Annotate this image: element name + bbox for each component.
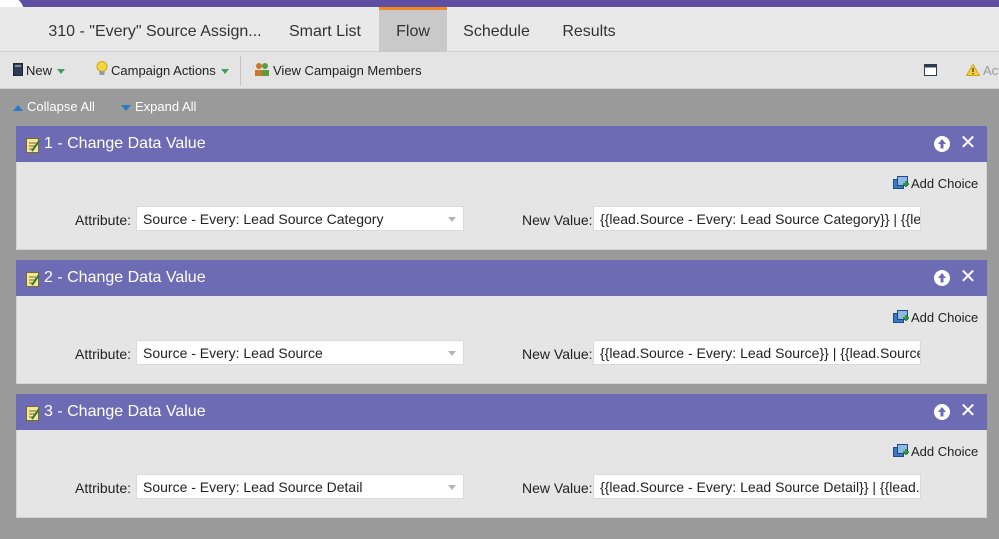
attribute-value: Source - Every: Lead Source	[143, 345, 323, 361]
new-value-input[interactable]: {{lead.Source - Every: Lead Source Detai…	[593, 474, 921, 499]
step-header[interactable]: 1 - Change Data Value ✕	[16, 126, 987, 162]
tab-program-label: 310 - "Every" Source Assign...	[48, 23, 262, 40]
chevron-down-icon	[448, 217, 456, 222]
attribute-select[interactable]: Source - Every: Lead Source Category	[136, 206, 464, 231]
window-toggle-button[interactable]	[924, 52, 940, 89]
add-choice-label: Add Choice	[911, 444, 979, 459]
members-icon	[254, 53, 270, 90]
new-document-icon	[13, 53, 23, 90]
chevron-down-icon	[448, 485, 456, 490]
add-choice-icon	[893, 310, 909, 327]
close-icon[interactable]: ✕	[959, 132, 977, 154]
new-value-text: {{lead.Source - Every: Lead Source Categ…	[600, 211, 921, 227]
flow-step-3: 3 - Change Data Value ✕ Add Choice Attri…	[16, 394, 987, 519]
new-value-text: {{lead.Source - Every: Lead Source Detai…	[600, 479, 921, 495]
tab-results-label: Results	[562, 23, 616, 40]
move-up-icon[interactable]	[934, 270, 950, 286]
flow-step-2: 2 - Change Data Value ✕ Add Choice Attri…	[16, 260, 987, 385]
attribute-label: Attribute:	[75, 480, 132, 496]
step-notepad-icon	[26, 405, 40, 421]
step-title: 1 - Change Data Value	[44, 135, 206, 152]
tab-schedule-label: Schedule	[463, 23, 530, 40]
add-choice-button[interactable]: Add Choice	[893, 444, 978, 461]
attribute-value: Source - Every: Lead Source Detail	[143, 479, 363, 495]
tab-smart-list-label: Smart List	[288, 23, 361, 40]
step-title: 2 - Change Data Value	[44, 269, 206, 286]
new-value-label: New Value:	[522, 212, 593, 228]
add-choice-label: Add Choice	[911, 176, 979, 191]
activate-button[interactable]: Act	[965, 52, 999, 90]
campaign-actions-label: Campaign Actions	[111, 63, 216, 78]
move-up-icon[interactable]	[934, 404, 950, 420]
add-choice-label: Add Choice	[911, 310, 979, 325]
step-notepad-icon	[26, 271, 40, 287]
tab-bar: 310 - "Every" Source Assign... Smart Lis…	[0, 7, 999, 52]
new-value-input[interactable]: {{lead.Source - Every: Lead Source Categ…	[593, 206, 921, 231]
collapse-all-button[interactable]: Collapse All	[13, 99, 95, 114]
tab-flow-label: Flow	[396, 23, 430, 40]
new-value-label: New Value:	[522, 346, 593, 362]
top-brand-stripe	[0, 0, 999, 7]
new-button[interactable]: New	[13, 52, 66, 90]
step-notepad-icon	[26, 137, 40, 153]
close-icon[interactable]: ✕	[959, 266, 977, 288]
attribute-value: Source - Every: Lead Source Category	[143, 211, 384, 227]
add-choice-icon	[893, 176, 909, 193]
attribute-select[interactable]: Source - Every: Lead Source	[136, 340, 464, 365]
step-body: Add Choice Attribute: Source - Every: Le…	[16, 296, 987, 384]
attribute-label: Attribute:	[75, 212, 132, 228]
tab-schedule[interactable]: Schedule	[448, 7, 545, 52]
new-value-label: New Value:	[522, 480, 593, 496]
tab-smart-list[interactable]: Smart List	[272, 7, 378, 52]
step-header[interactable]: 2 - Change Data Value ✕	[16, 260, 987, 296]
campaign-actions-caret-icon	[220, 69, 229, 75]
warning-icon	[965, 53, 981, 90]
step-body: Add Choice Attribute: Source - Every: Le…	[16, 162, 987, 250]
add-choice-icon	[893, 444, 909, 461]
add-choice-button[interactable]: Add Choice	[893, 176, 978, 193]
window-icon	[924, 53, 937, 90]
campaign-actions-button[interactable]: Campaign Actions	[96, 52, 229, 89]
close-icon[interactable]: ✕	[959, 400, 977, 422]
step-body: Add Choice Attribute: Source - Every: Le…	[16, 430, 987, 518]
chevron-down-icon	[448, 351, 456, 356]
step-header[interactable]: 3 - Change Data Value ✕	[16, 394, 987, 430]
step-title: 3 - Change Data Value	[44, 403, 206, 420]
view-campaign-members-button[interactable]: View Campaign Members	[254, 52, 422, 89]
tab-flow[interactable]: Flow	[379, 7, 447, 52]
new-dropdown-caret-icon	[57, 69, 66, 75]
tab-results[interactable]: Results	[548, 7, 630, 52]
toolbar: New Campaign Actions View Campaign Membe…	[0, 52, 999, 89]
new-button-label: New	[26, 63, 53, 78]
collapse-all-label: Collapse All	[27, 99, 95, 114]
expand-all-button[interactable]: Expand All	[121, 99, 196, 114]
attribute-select[interactable]: Source - Every: Lead Source Detail	[136, 474, 464, 499]
activate-label: Act	[983, 63, 999, 78]
collapse-expand-bar: Collapse All Expand All	[0, 89, 999, 123]
view-campaign-members-label: View Campaign Members	[273, 63, 422, 78]
new-value-input[interactable]: {{lead.Source - Every: Lead Source}} | {…	[593, 340, 921, 365]
flow-step-1: 1 - Change Data Value ✕ Add Choice Attri…	[16, 126, 987, 251]
expand-triangle-icon	[121, 104, 131, 111]
add-choice-button[interactable]: Add Choice	[893, 310, 978, 327]
lightbulb-icon	[96, 53, 108, 90]
new-value-text: {{lead.Source - Every: Lead Source}} | {…	[600, 345, 921, 361]
toolbar-divider	[240, 56, 241, 86]
attribute-label: Attribute:	[75, 346, 132, 362]
move-up-icon[interactable]	[934, 136, 950, 152]
tab-program-name[interactable]: 310 - "Every" Source Assign...	[40, 7, 270, 52]
collapse-triangle-icon	[13, 104, 23, 111]
expand-all-label: Expand All	[135, 99, 197, 114]
